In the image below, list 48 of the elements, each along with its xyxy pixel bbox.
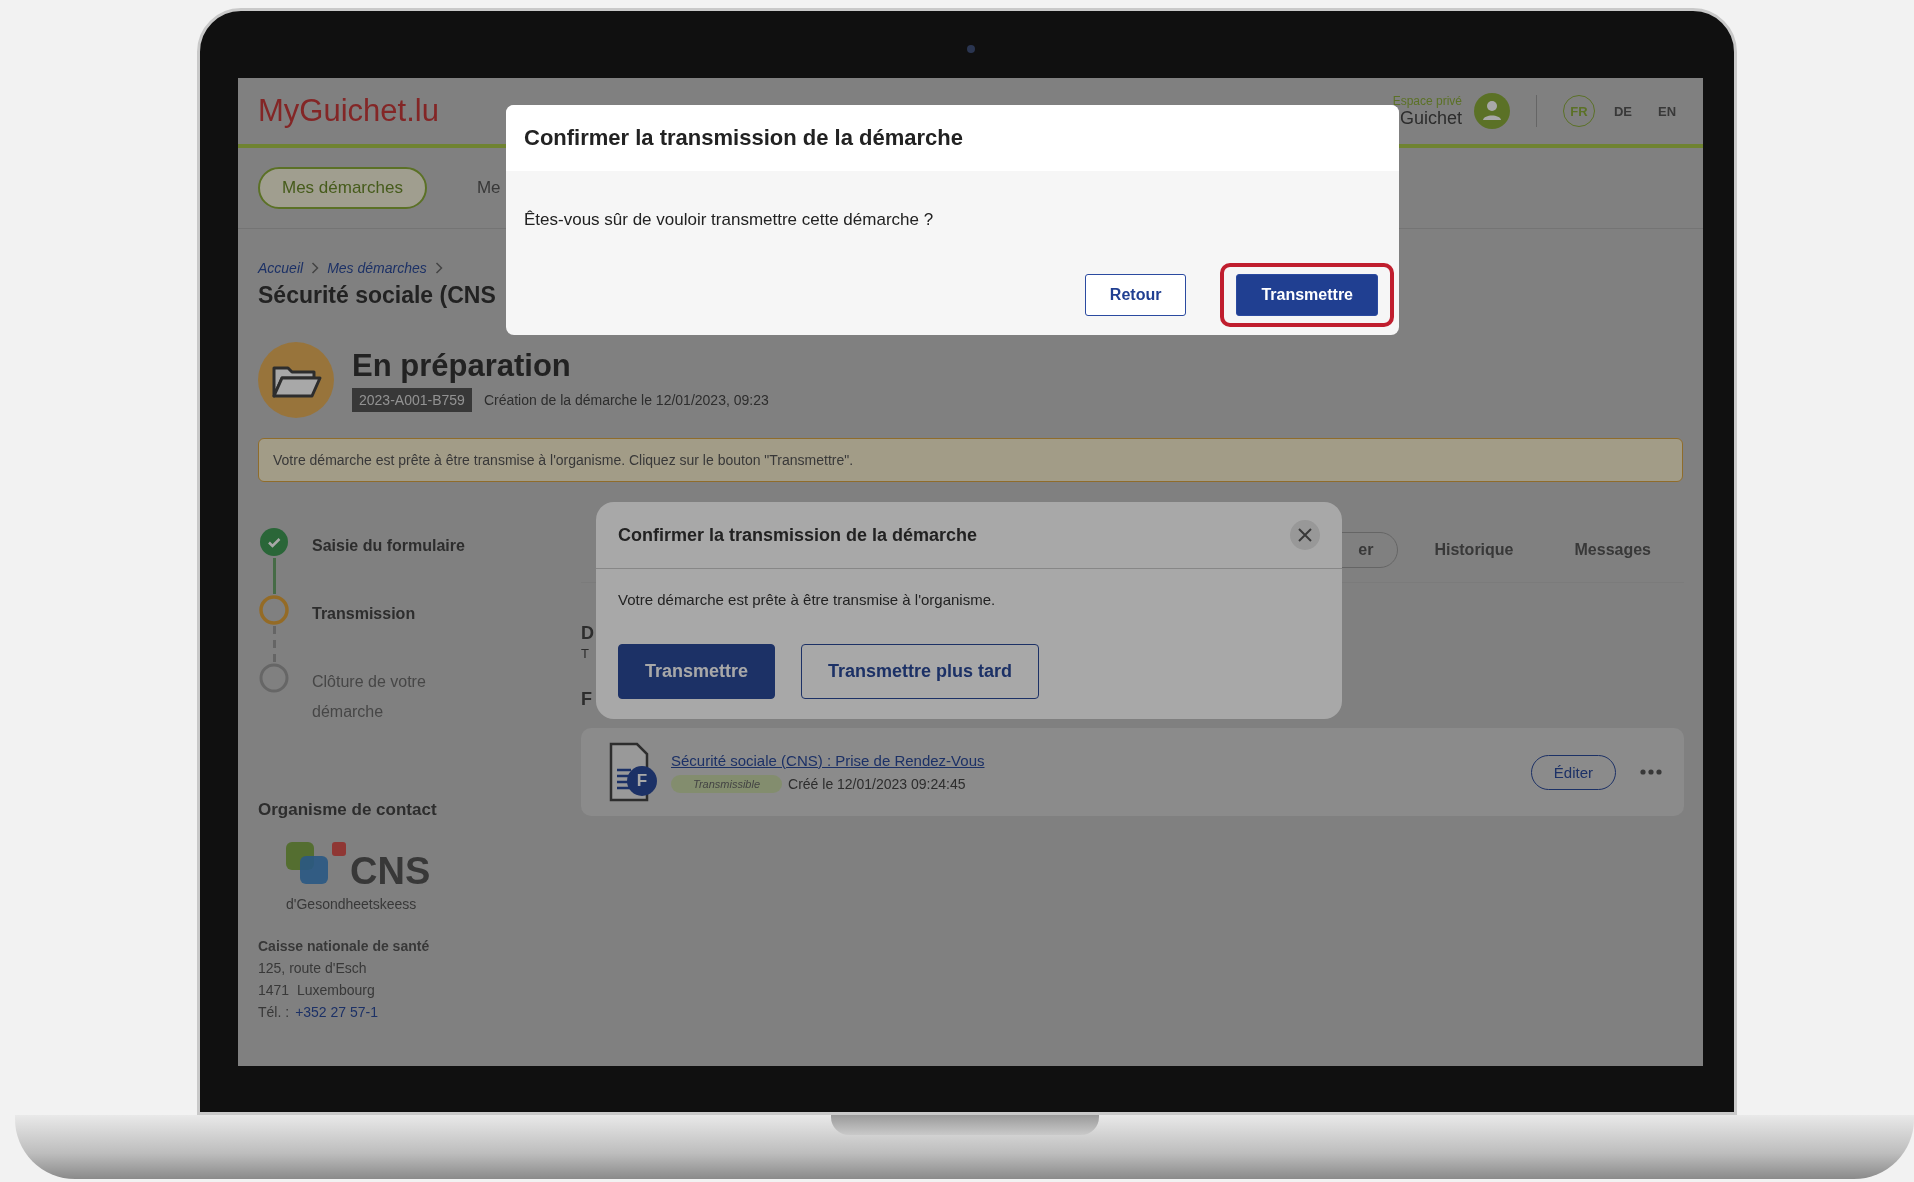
phone-link[interactable]: +352 27 57-1 [295, 1003, 379, 1020]
later-button[interactable]: Transmettre plus tard [801, 644, 1040, 699]
contact-heading: Organisme de contact [258, 799, 438, 820]
form-badge: F [627, 766, 657, 796]
camera-dot [967, 45, 975, 53]
account-name[interactable]: Guichet [1399, 107, 1462, 129]
more-options-icon[interactable] [1640, 768, 1662, 776]
chevron-icon [434, 262, 443, 274]
step-label: Clôture de votre démarche [312, 672, 427, 723]
user-avatar-icon[interactable] [1474, 93, 1510, 129]
back-button[interactable]: Retour [1084, 274, 1187, 316]
creation-date: Création de la démarche le 12/01/2023, 09:23 [483, 392, 769, 408]
transmit-button[interactable]: Transmettre [1236, 274, 1378, 316]
info-alert: Votre démarche est prête à être transmise à l'organisme. Cliquez sur le bouton "Transmettre". [258, 438, 1683, 482]
dialog-title: Confirmer la transmission de la démarche [618, 524, 978, 546]
logo-tagline: d'Gesondheetskeess [286, 895, 417, 912]
organisation-name: Caisse nationale de santé [258, 937, 431, 954]
dialog-title: Confirmer la transmission de la démarche [506, 105, 1399, 171]
nav-tab[interactable]: Mes démarches [258, 167, 427, 209]
reference-number: 2023-A001-B759 [352, 388, 472, 412]
file-created-date: Créé le 12/01/2023 09:24:45 [788, 775, 966, 792]
section-tab[interactable]: Messages [1549, 532, 1676, 568]
section-heading-fragment: D [581, 623, 594, 644]
step-label: Transmission [312, 604, 416, 624]
close-icon[interactable] [1290, 520, 1320, 550]
phone-label: Tél. : [258, 1003, 290, 1020]
language-option[interactable]: DE [1607, 95, 1639, 127]
section-heading-fragment: T [581, 646, 589, 661]
section-tab[interactable]: Historique [1409, 532, 1539, 568]
language-option[interactable]: EN [1651, 95, 1683, 127]
address-line: 1471 Luxembourg [258, 981, 376, 998]
address-line: 125, route d'Esch [258, 959, 368, 976]
status-title: En préparation [352, 348, 572, 384]
dialog-message: Êtes-vous sûr de vouloir transmettre cette démarche ? [523, 209, 935, 230]
step-label: Saisie du formulaire [312, 536, 465, 556]
breadcrumb-link[interactable]: Mes démarches [327, 260, 427, 276]
section-heading-fragment: F [581, 689, 592, 710]
dialog-message: Votre démarche est prête à être transmise à l'organisme. [617, 590, 997, 608]
status-tag: Transmissible [671, 774, 783, 793]
form-link[interactable]: Sécurité sociale (CNS) : Prise de Rendez-Vous [671, 751, 985, 769]
transmit-button[interactable]: Transmettre [618, 644, 776, 699]
breadcrumb-link[interactable]: Accueil [258, 260, 304, 276]
folder-icon [258, 342, 334, 418]
chevron-icon [311, 262, 320, 274]
site-logo[interactable]: MyGuichet.lu [258, 93, 439, 129]
logo-wordmark: CNS [350, 851, 431, 890]
page-title: Sécurité sociale (CNS [258, 282, 496, 309]
account-caption: Espace privé [1392, 93, 1462, 108]
